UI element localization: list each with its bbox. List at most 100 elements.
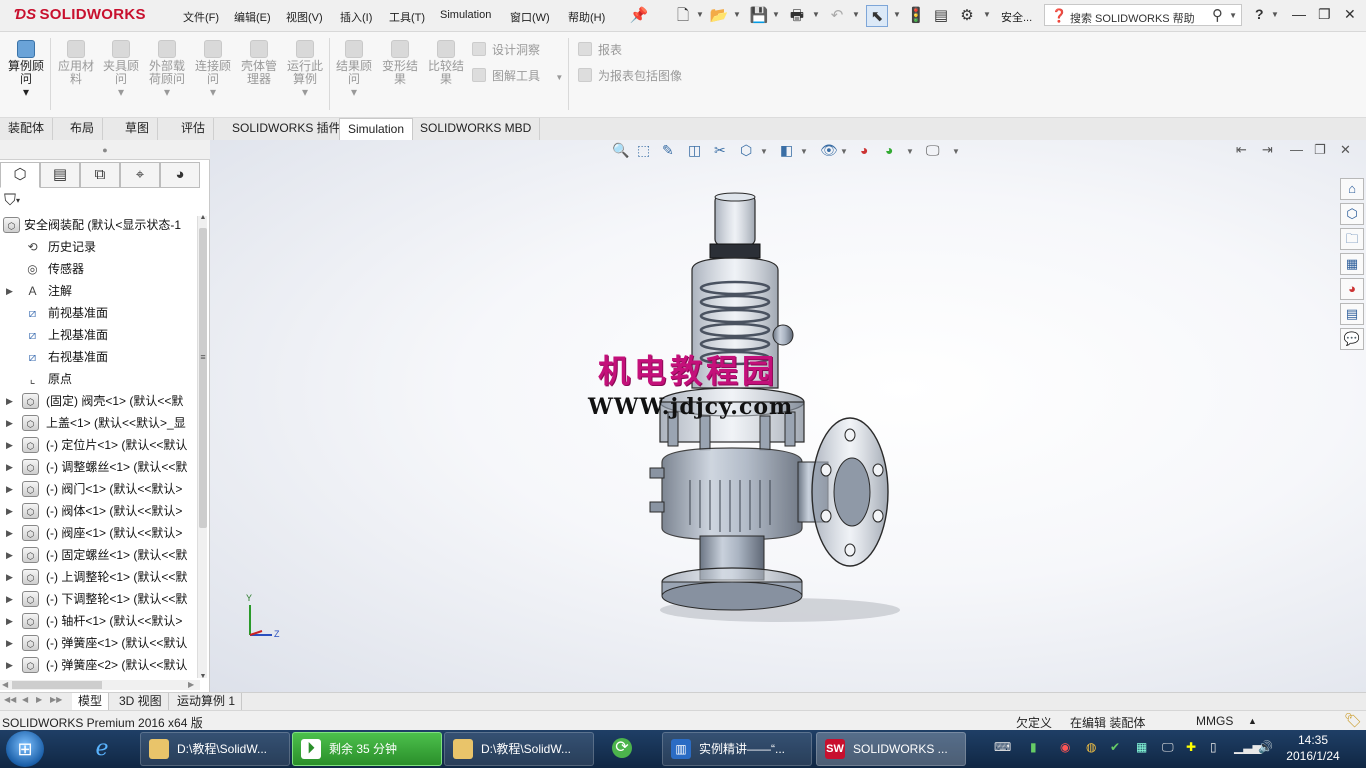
tab-3d-view[interactable]: 3D 视图 — [113, 693, 169, 710]
tree-node[interactable]: ▶ ⬡ (-) 上调整轮<1> (默认<<默 — [0, 566, 196, 588]
menu-insert[interactable]: 插入(I) — [340, 9, 372, 25]
file-explorer-icon[interactable]: 🗀 — [1340, 228, 1364, 250]
expand-arrow-icon[interactable]: ▶ — [6, 610, 13, 632]
tray-plus-icon[interactable]: ✚ — [1186, 740, 1196, 754]
results-advisor-button[interactable]: 结果顾问 ▾ — [332, 40, 376, 99]
menu-file[interactable]: 文件(F) — [183, 9, 219, 25]
tree-node[interactable]: ▶ ⬡ (-) 弹簧座<1> (默认<<默认 — [0, 632, 196, 654]
filter-icon[interactable]: ⛉▾ — [4, 192, 20, 210]
next-tab-icon[interactable]: ▶ — [36, 695, 42, 704]
hide-show-icon[interactable]: 👁 — [820, 142, 838, 159]
search-input[interactable]: 搜索 SOLIDWORKS 帮助 — [1070, 10, 1195, 26]
taskbar-folder-1[interactable]: D:\教程\SolidW... — [140, 732, 290, 766]
expand-arrow-icon[interactable]: ▶ — [6, 522, 13, 544]
forum-icon[interactable]: 💬 — [1340, 328, 1364, 350]
appearances-icon[interactable]: ◕ — [1340, 278, 1364, 300]
expand-arrow-icon[interactable]: ▶ — [6, 390, 13, 412]
design-insight-button[interactable]: 设计洞察 — [472, 41, 540, 58]
pin-icon[interactable]: 📌 — [628, 5, 650, 27]
taskbar-folder-2[interactable]: D:\教程\SolidW... — [444, 732, 594, 766]
home-icon[interactable]: ⌂ — [1340, 178, 1364, 200]
menu-tools[interactable]: 工具(T) — [389, 9, 425, 25]
property-manager-icon[interactable]: ▤ — [40, 162, 80, 188]
tree-node[interactable]: ▶ ⬡ (-) 阀门<1> (默认<<默认> — [0, 478, 196, 500]
tree-node[interactable]: ▶ ⬡ (-) 轴杆<1> (默认<<默认> — [0, 610, 196, 632]
tree-node[interactable]: ▶ ⬡ (-) 弹簧座<2> (默认<<默认 — [0, 654, 196, 676]
graphics-area[interactable]: 🔍 ⬚ ✎ ◫ ✂ ⬡ ▼ ◧ ▼ 👁 ▼ ◕ ◕ ▼ 🖵 ▼ ⇤ ⇥ — ❐ … — [210, 140, 1366, 692]
configuration-manager-icon[interactable]: ⧉ — [80, 162, 120, 188]
viewport-toggle-icon[interactable]: ⇤ — [1236, 142, 1247, 158]
hide-show-dropdown-icon[interactable]: ▼ — [840, 147, 848, 156]
volume-icon[interactable]: 🔊 — [1258, 740, 1273, 754]
design-library-icon[interactable]: ⬡ — [1340, 203, 1364, 225]
tree-node[interactable]: ⧄ 前视基准面 — [0, 302, 196, 324]
tab-addins[interactable]: SOLIDWORKS 插件 — [224, 118, 350, 140]
hscroll-thumb[interactable] — [12, 681, 102, 689]
tree-node[interactable]: ▶ ⬡ (-) 调整螺丝<1> (默认<<默 — [0, 456, 196, 478]
tab-layout[interactable]: 布局 — [62, 118, 104, 140]
select-dropdown-icon[interactable]: ▼ — [893, 10, 901, 19]
previous-view-icon[interactable]: ✎ — [662, 142, 674, 159]
menu-simulation[interactable]: Simulation — [440, 9, 491, 21]
tree-node[interactable]: ⧄ 上视基准面 — [0, 324, 196, 346]
doc-minimize-icon[interactable]: — — [1290, 142, 1303, 157]
expand-arrow-icon[interactable]: ▶ — [6, 566, 13, 588]
viewport-toggle-right-icon[interactable]: ⇥ — [1262, 142, 1273, 158]
undo-dropdown-icon[interactable]: ▼ — [852, 10, 860, 19]
options-dropdown-icon[interactable]: ▼ — [983, 10, 991, 19]
search-dropdown-icon[interactable]: ▼ — [1229, 11, 1237, 20]
tree-root[interactable]: ⬡ 安全阀装配 (默认<显示状态-1 — [0, 214, 196, 236]
expand-arrow-icon[interactable]: ▶ — [6, 500, 13, 522]
tab-evaluate[interactable]: 评估 — [173, 118, 215, 140]
taskbar-ppt[interactable]: ▥ 实例精讲——“... — [662, 732, 812, 766]
expand-arrow-icon[interactable]: ▶ — [6, 654, 13, 676]
tray-shield-icon[interactable]: ✔ — [1110, 740, 1120, 754]
print-icon[interactable]: 🖶 — [786, 5, 808, 27]
display-style-dropdown-icon[interactable]: ▼ — [800, 147, 808, 156]
expand-arrow-icon[interactable]: ▶ — [6, 632, 13, 654]
tree-node[interactable]: ⧄ 右视基准面 — [0, 346, 196, 368]
edit-appearance-icon[interactable]: ◕ — [860, 142, 868, 158]
expand-arrow-icon[interactable]: ▶ — [6, 280, 13, 302]
print-dropdown-icon[interactable]: ▼ — [812, 10, 820, 19]
tree-scrollbar[interactable]: ▲ ≡ ▼ — [197, 214, 207, 680]
panel-grip[interactable]: ● — [0, 140, 210, 160]
apply-scene-dropdown-icon[interactable]: ▼ — [906, 147, 914, 156]
save-dropdown-icon[interactable]: ▼ — [772, 10, 780, 19]
tab-sketch[interactable]: 草图 — [117, 118, 159, 140]
tab-motion-study[interactable]: 运动算例 1 — [171, 693, 243, 710]
tree-node[interactable]: ▶ ⬡ (固定) 阀壳<1> (默认<<默 — [0, 390, 196, 412]
search-icon[interactable]: ⚲ — [1212, 6, 1223, 24]
expand-arrow-icon[interactable]: ▶ — [6, 544, 13, 566]
featuremanager-tree-icon[interactable]: ⬡ — [0, 162, 40, 188]
open-dropdown-icon[interactable]: ▼ — [733, 10, 741, 19]
menu-edit[interactable]: 编辑(E) — [234, 9, 271, 25]
custom-properties-icon[interactable]: ▤ — [1340, 303, 1364, 325]
zoom-to-area-icon[interactable]: ⬚ — [637, 142, 650, 159]
taskbar-solidworks[interactable]: SW SOLIDWORKS ... — [816, 732, 966, 766]
scroll-right-icon[interactable]: ▶ — [188, 680, 194, 689]
doc-restore-icon[interactable]: ❐ — [1314, 142, 1326, 158]
tab-assembly[interactable]: 装配体 — [0, 118, 54, 140]
zoom-to-fit-icon[interactable]: 🔍 — [612, 142, 629, 159]
tree-node[interactable]: ▶ ⬡ (-) 固定螺丝<1> (默认<<默 — [0, 544, 196, 566]
tray-app-icon[interactable]: ◍ — [1086, 740, 1096, 754]
save-icon[interactable]: 💾 — [748, 5, 770, 27]
tree-node[interactable]: ▶ ⬡ (-) 定位片<1> (默认<<默认 — [0, 434, 196, 456]
tab-model[interactable]: 模型 — [72, 693, 110, 710]
view-orientation-icon[interactable]: ⬡ — [740, 142, 752, 159]
tab-mbd[interactable]: SOLIDWORKS MBD — [412, 118, 541, 140]
report-button[interactable]: 报表 — [578, 41, 622, 58]
first-tab-icon[interactable]: ◀◀ — [4, 695, 16, 704]
tree-node[interactable]: ⌞ 原点 — [0, 368, 196, 390]
include-image-button[interactable]: 为报表包括图像 — [578, 67, 682, 84]
compare-results-button[interactable]: 比较结果 — [424, 40, 468, 86]
tree-node[interactable]: ▶ ⬡ (-) 阀体<1> (默认<<默认> — [0, 500, 196, 522]
tree-node[interactable]: ◎ 传感器 — [0, 258, 196, 280]
doc-close-icon[interactable]: ✕ — [1340, 142, 1351, 158]
apply-scene-icon[interactable]: ◕ — [885, 142, 893, 158]
tree-node[interactable]: ⟲ 历史记录 — [0, 236, 196, 258]
new-document-icon[interactable]: 🗋 — [672, 5, 694, 27]
run-study-button[interactable]: 运行此算例 ▾ — [283, 40, 327, 99]
expand-arrow-icon[interactable]: ▶ — [6, 456, 13, 478]
